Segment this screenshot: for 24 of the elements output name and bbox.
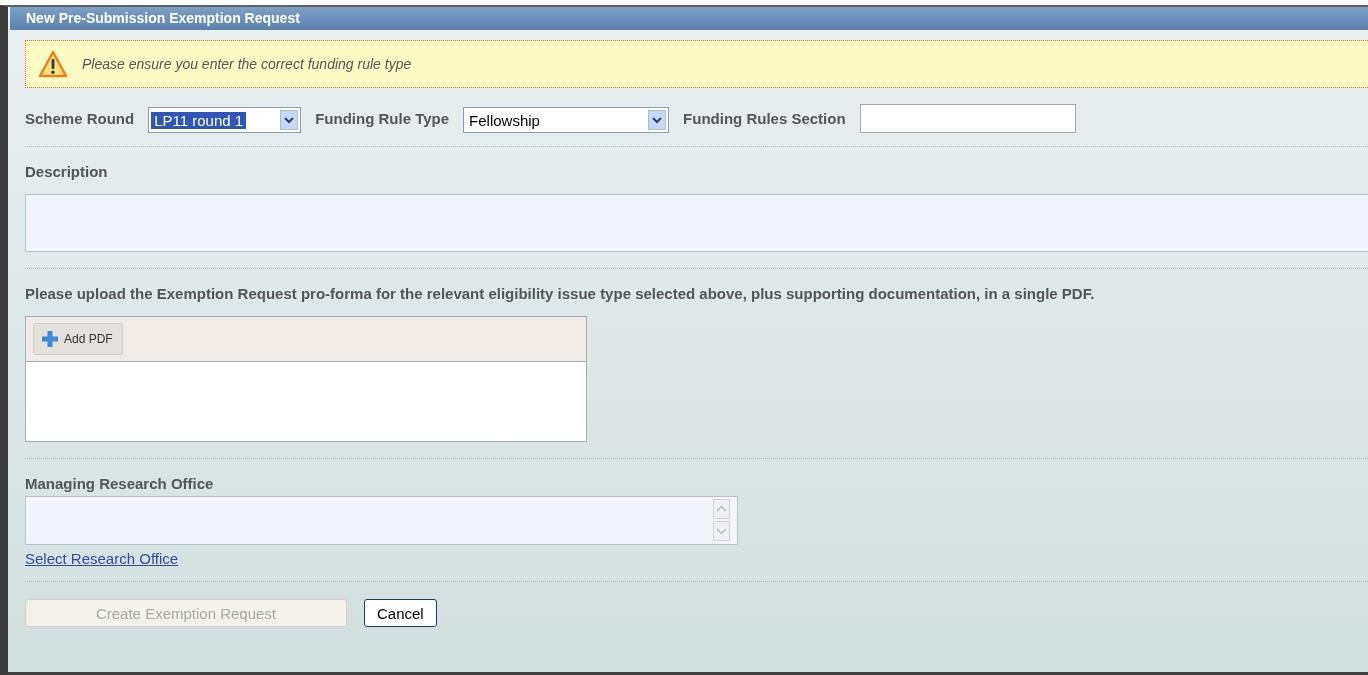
dropdown-value: LP11 round 1 — [151, 111, 247, 129]
field-label: Managing Research Office — [25, 475, 215, 492]
field-label: Funding Rules Section — [683, 109, 846, 127]
field-label: Scheme Round — [25, 109, 135, 127]
description-field[interactable] — [25, 194, 1368, 252]
chevron-down-icon — [284, 116, 295, 124]
cancel-button[interactable]: Cancel — [364, 599, 437, 627]
warning-icon — [38, 50, 68, 78]
dropdown-value: Fellowship — [468, 111, 541, 129]
upload-instructions: Please upload the Exemption Request pro-forma for the relevant eligibility issue type selected above, plus supporting documentation, in a single PDF. — [25, 285, 1096, 302]
dropdown[interactable]: LP11 round 1 — [148, 107, 302, 133]
chevron-down-icon — [652, 116, 663, 124]
dropdown[interactable]: Fellowship — [463, 107, 670, 133]
add-pdf-button[interactable]: Add PDF — [33, 323, 123, 355]
scroll-up-icon[interactable] — [713, 499, 730, 519]
field-label: Funding Rule Type — [315, 109, 450, 127]
dialog-title: New Pre-Submission Exemption Request — [10, 7, 1368, 30]
warning-message: Please ensure you enter the correct funding rule type — [82, 56, 412, 72]
text-field[interactable] — [859, 103, 1076, 133]
research-office-list[interactable] — [25, 496, 738, 545]
scroll-down-icon[interactable] — [713, 521, 730, 541]
field-label: Description — [25, 163, 109, 180]
plus-icon — [41, 330, 59, 348]
select-research-office-link[interactable]: Select Research Office — [25, 550, 179, 567]
